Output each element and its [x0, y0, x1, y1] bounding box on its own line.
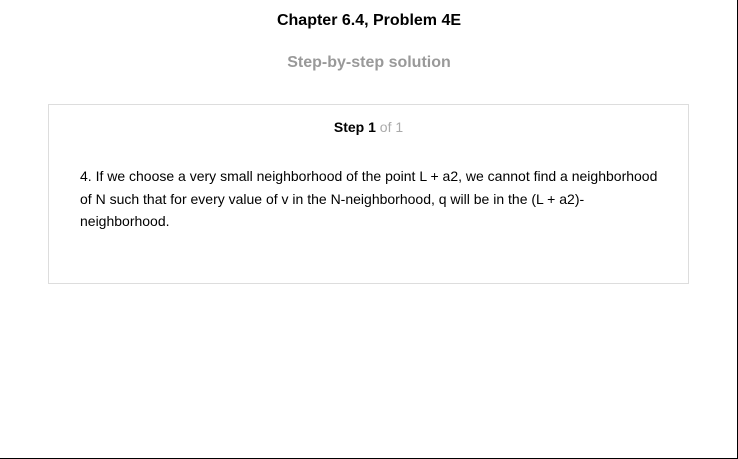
step-total: of 1: [375, 119, 404, 135]
step-card: Step 1 of 1 4. If we choose a very small…: [48, 104, 689, 284]
problem-title: Chapter 6.4, Problem 4E: [276, 12, 462, 29]
step-header: Step 1 of 1: [49, 119, 688, 135]
step-current-number: 1: [368, 119, 376, 135]
step-solution-text: 4. If we choose a very small neighborhoo…: [80, 168, 658, 229]
solution-subtitle: Step-by-step solution: [287, 54, 451, 71]
step-label: Step: [333, 119, 365, 135]
